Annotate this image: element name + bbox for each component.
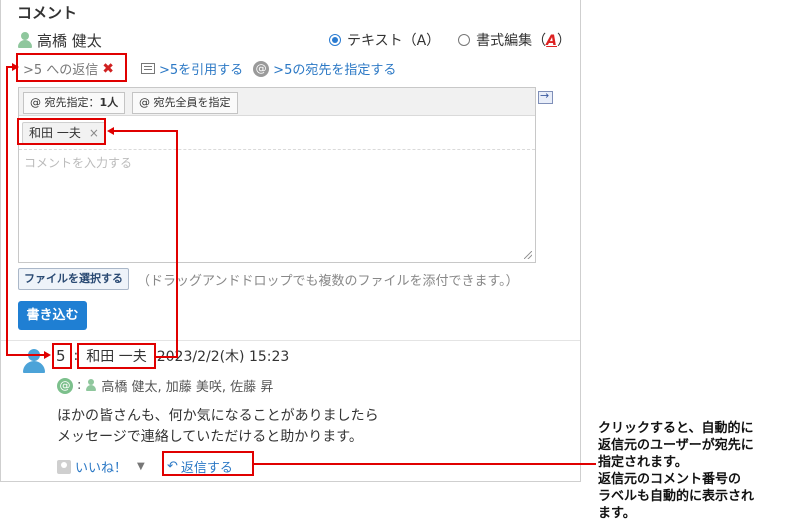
recipients-separator: : [77,378,82,393]
quote-link[interactable]: >5を引用する [159,59,243,78]
choose-file-button[interactable]: ファイルを選択する [18,268,129,290]
comment-editor: @ 宛先指定：1人 @ 宛先全員を指定 和田 一夫 × コメントを入力する [18,87,536,263]
author-row: 高橋 健太 [17,30,102,51]
editor-divider [19,149,535,150]
arrow-right-icon [12,63,19,71]
annotation-line: ラベルも自動的に表示され [598,489,755,504]
arrow-left-icon [107,127,114,135]
expand-editor-icon[interactable] [538,89,553,104]
destination-bar: @ 宛先指定：1人 @ 宛先全員を指定 [19,88,535,116]
editor-mode-selector: テキスト（A） 書式編集（A） [329,30,571,50]
connector-line [176,130,178,357]
connector-line [156,356,178,358]
reply-actions: >5を引用する @ >5の宛先を指定する [141,59,396,78]
comment-body: ほかの皆さんも、何か気になることがありましたら メッセージで連絡していただけると… [57,406,379,448]
highlight-reply-button [162,451,254,476]
annotation-line: ます。 [598,506,636,521]
connector-line [114,130,178,132]
recipient-list: 高橋 健太, 加藤 美咲, 佐藤 昇 [101,380,274,395]
highlight-destination-chip [17,118,106,145]
comment-recipients: @ : 高橋 健太, 加藤 美咲, 佐藤 昇 [57,376,273,395]
annotation-line: 返信元のユーザーが宛先に [598,438,754,453]
rich-mode-radio[interactable] [458,34,471,46]
comment-body-line: メッセージで連絡していただけると助かります。 [57,429,363,445]
connector-line [254,463,596,465]
user-icon [17,32,33,49]
rich-mode-label[interactable]: 書式編集（A） [476,30,571,50]
file-hint: （ドラッグアンドドロップでも複数のファイルを添付できます。） [137,273,519,289]
highlight-comment-author [77,343,156,369]
section-title: コメント [17,4,78,22]
quote-icon [141,63,155,74]
dest-all-button[interactable]: @ 宛先全員を指定 [132,92,238,114]
arrow-right-icon [44,351,51,359]
like-control: いいね！ ▼ [57,457,145,476]
connector-line [6,354,46,356]
user-icon [85,379,97,392]
like-button[interactable]: いいね！ [75,457,127,476]
chevron-down-icon[interactable]: ▼ [137,461,145,472]
mention-link[interactable]: >5の宛先を指定する [273,59,396,78]
author-name: 高橋 健太 [37,32,102,50]
resize-grip-icon[interactable] [524,251,532,259]
text-mode-radio[interactable] [329,34,341,46]
highlight-comment-number [52,343,72,369]
annotation-callout: クリックすると、自動的に 返信元のユーザーが宛先に 指定されます。 返信元のコメ… [598,420,790,522]
annotation-line: クリックすると、自動的に [598,421,754,436]
highlight-reply-label [16,53,127,82]
file-row: ファイルを選択する （ドラッグアンドドロップでも複数のファイルを添付できます。） [18,268,519,290]
submit-button[interactable]: 書き込む [18,301,87,330]
comment-body-line: ほかの皆さんも、何か気になることがありましたら [57,408,379,424]
comment-input[interactable]: コメントを入力する [24,154,132,171]
like-icon [57,459,71,474]
at-icon: @ [253,60,270,77]
text-mode-label[interactable]: テキスト（A） [347,30,440,50]
annotation-line: 指定されます。 [598,455,688,470]
connector-line [6,66,8,356]
annotation-line: 返信元のコメント番号の [598,472,742,487]
divider [1,340,580,341]
dest-specified-button[interactable]: @ 宛先指定：1人 [23,92,126,114]
at-icon: @ [57,377,73,394]
